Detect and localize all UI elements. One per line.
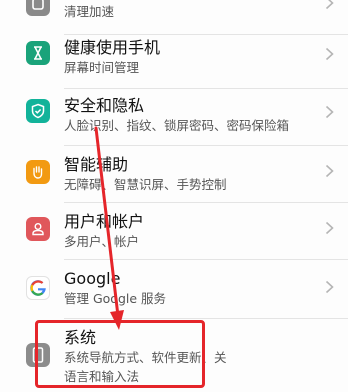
- google-icon: [26, 276, 50, 300]
- settings-item-title: 智能辅助: [64, 155, 129, 174]
- cleanup-icon: [26, 0, 50, 16]
- settings-item-title: 用户和帐户: [64, 212, 145, 231]
- settings-item-google[interactable]: Google 管理 Google 服务: [0, 260, 348, 316]
- settings-item-subtitle: 人脸识别、指纹、锁屏密码、密码保险箱: [64, 118, 290, 133]
- settings-item-security-privacy[interactable]: 安全和隐私 人脸识别、指纹、锁屏密码、密码保险箱: [0, 89, 348, 145]
- settings-item-subtitle: 清理加速: [64, 4, 115, 19]
- chevron-right-icon: [325, 164, 334, 178]
- settings-item-users-accounts[interactable]: 用户和帐户 多用户、帐户: [0, 203, 348, 259]
- settings-item-title: 健康使用手机: [64, 38, 161, 57]
- settings-screen: 清理加速 健康使用手机 屏幕时间管理 安全和隐私 人脸识别、指纹、锁屏密码、密码…: [0, 0, 348, 392]
- settings-item-title: 系统: [64, 328, 97, 347]
- settings-item-title: Google: [64, 269, 121, 288]
- chevron-right-icon: [325, 0, 334, 10]
- settings-item-subtitle: 系统导航方式、软件更新、关: [64, 350, 227, 365]
- user-icon: [26, 217, 50, 241]
- settings-item-subtitle: 管理 Google 服务: [64, 291, 167, 306]
- settings-item-subtitle-line2: 语言和输入法: [64, 369, 140, 384]
- hand-icon: [26, 160, 50, 184]
- chevron-right-icon: [325, 105, 334, 119]
- settings-item-title: 安全和隐私: [64, 96, 145, 115]
- settings-item-subtitle: 无障碍、智慧识屏、手势控制: [64, 177, 227, 192]
- shield-icon: [26, 99, 50, 123]
- settings-item-subtitle: 多用户、帐户: [64, 234, 140, 249]
- settings-item-system[interactable]: 系统 系统导航方式、软件更新、关 语言和输入法: [0, 319, 348, 392]
- settings-item-cleanup[interactable]: 清理加速: [0, 0, 348, 36]
- chevron-right-icon: [325, 280, 334, 294]
- settings-item-subtitle: 屏幕时间管理: [64, 60, 140, 75]
- settings-item-digital-balance[interactable]: 健康使用手机 屏幕时间管理: [0, 35, 348, 91]
- system-phone-icon: [26, 343, 50, 367]
- chevron-right-icon: [325, 47, 334, 61]
- hourglass-icon: [26, 41, 50, 65]
- settings-item-smart-assistance[interactable]: 智能辅助 无障碍、智慧识屏、手势控制: [0, 146, 348, 202]
- chevron-right-icon: [325, 221, 334, 235]
